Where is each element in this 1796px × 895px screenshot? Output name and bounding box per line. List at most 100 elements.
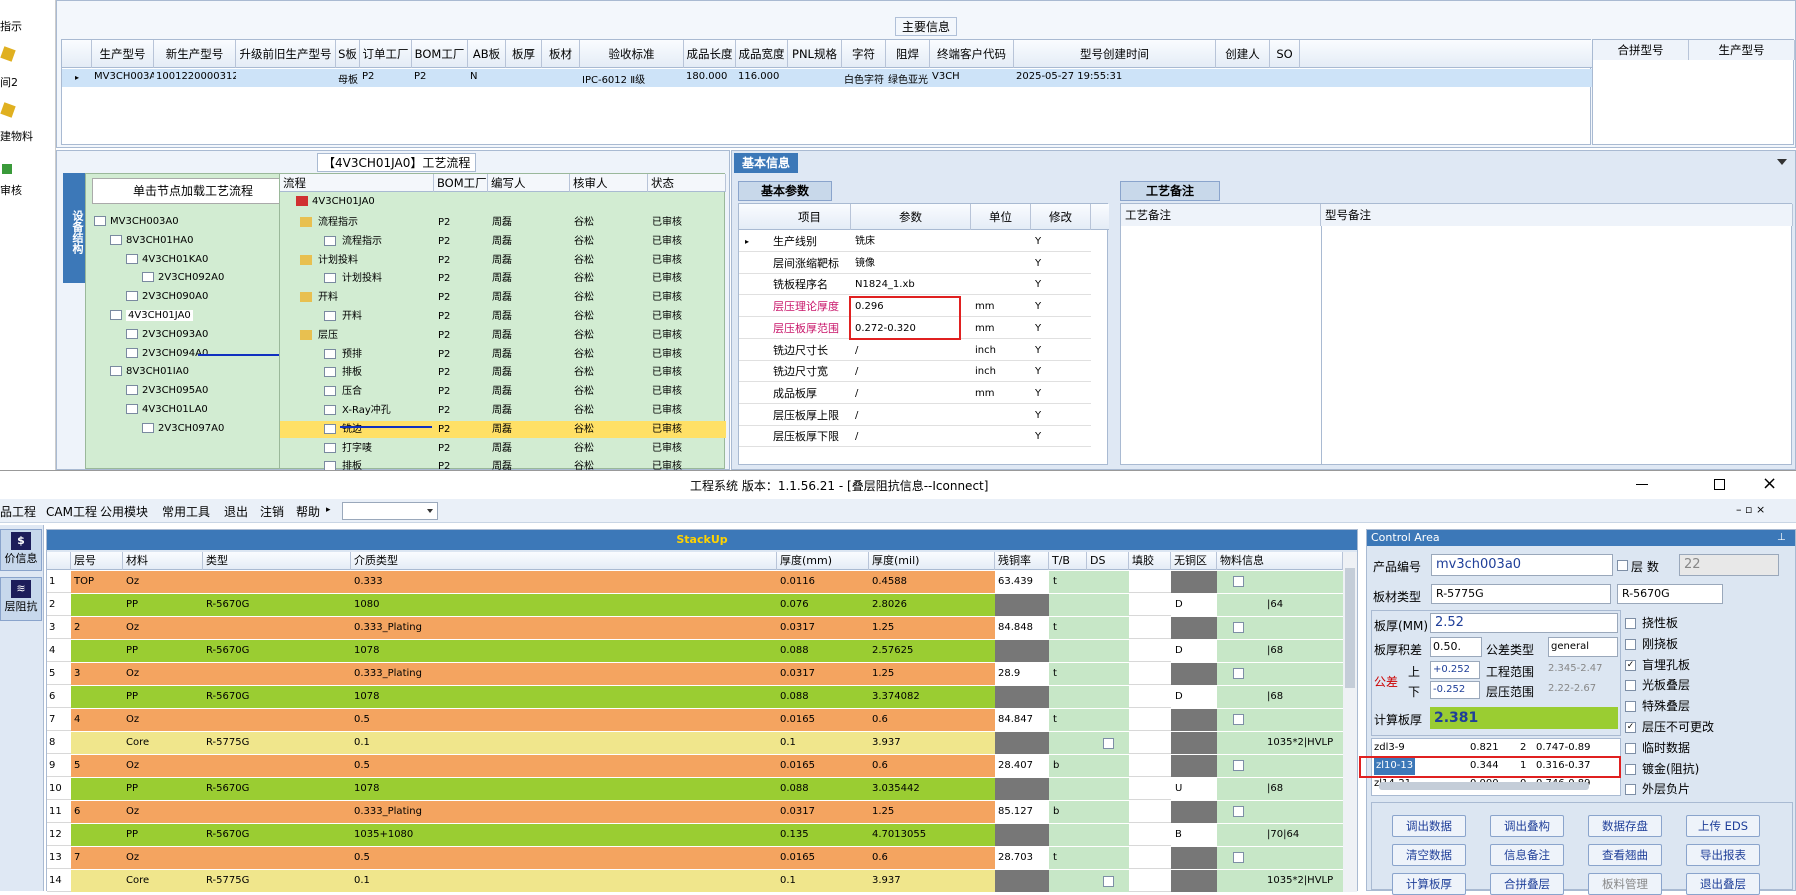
params-col-mod[interactable]: 修改 [1031, 204, 1091, 230]
fill-cell[interactable] [1171, 847, 1217, 869]
fill-cell[interactable] [1171, 663, 1217, 685]
stackup-cell-mm[interactable]: 0.088 [780, 686, 809, 708]
tree-node[interactable]: 2V3CH092A0 [142, 270, 224, 286]
layers-input[interactable]: 22 [1679, 554, 1779, 576]
stackup-cell-layer[interactable]: 6 [74, 801, 80, 823]
control-button[interactable]: 清空数据 [1392, 844, 1466, 866]
stackup-cell-mm[interactable]: 0.0317 [780, 617, 815, 639]
stackup-cell-mm[interactable]: 0.0317 [780, 801, 815, 823]
stackup-cell-mm[interactable]: 0.0317 [780, 663, 815, 685]
option-checkbox[interactable]: 外层负片 [1625, 780, 1690, 796]
stackup-row[interactable]: 116Oz0.333_Plating0.03171.2585.127b85.12… [47, 801, 1343, 823]
top-col-header[interactable]: AB板 [468, 40, 506, 68]
cu-rate-cell[interactable] [995, 870, 1049, 892]
param-value[interactable]: / [855, 361, 967, 382]
menu-combo[interactable] [342, 502, 438, 520]
fill-cell[interactable] [1171, 755, 1217, 777]
stackup-cell-med[interactable]: 0.5 [354, 847, 370, 869]
flow-col-header[interactable]: 编写人 [488, 174, 570, 192]
top-col-header[interactable]: S板 [336, 40, 360, 68]
stackup-cell-mm[interactable]: 0.0165 [780, 709, 815, 731]
param-row[interactable]: 层间涨缩靶标 镜像 Y [739, 253, 1091, 274]
top-col-header[interactable]: 阻焊 [886, 40, 930, 68]
stackup-cell-layer[interactable]: 5 [74, 755, 80, 777]
stackup-cell-mat[interactable]: Core [126, 870, 149, 892]
param-row[interactable]: 铣板程序名 N1824_1.xb Y [739, 274, 1091, 296]
flow-row[interactable]: 铣边 P2 周磊 谷松 已审核 [280, 420, 726, 438]
stackup-cell-mm[interactable]: 0.076 [780, 594, 809, 616]
stackup-col-header[interactable]: 物料信息 [1217, 552, 1343, 570]
option-checkbox[interactable]: 光板叠层 [1625, 676, 1690, 692]
menu-item[interactable]: 品工程 [0, 503, 36, 520]
tree-node[interactable]: 4V3CH01JA0 [110, 308, 193, 324]
control-button[interactable]: 计算板厚 [1392, 873, 1466, 895]
cu-rate-cell[interactable] [995, 686, 1049, 708]
param-row[interactable]: 层压板厚上限 / Y [739, 405, 1091, 426]
control-button[interactable]: 合拼叠层 [1490, 873, 1564, 895]
nocopper-check[interactable] [1233, 852, 1244, 863]
stackup-cell-mil[interactable]: 3.035442 [872, 778, 920, 800]
pin-icon[interactable]: ⊥ [1777, 532, 1786, 543]
nocopper-check[interactable] [1233, 576, 1244, 587]
control-button[interactable]: 调出数据 [1392, 815, 1466, 837]
nocopper-check[interactable] [1233, 714, 1244, 725]
stackup-cell-type[interactable]: R-5670G [206, 824, 249, 846]
merge-header-1[interactable]: 合拼型号 [1593, 40, 1689, 60]
stackup-cell-mm[interactable]: 0.088 [780, 640, 809, 662]
cu-rate-cell[interactable] [995, 778, 1049, 800]
pp-select[interactable]: R-5670G [1617, 584, 1723, 604]
stackup-cell-mm[interactable]: 0.1 [780, 870, 796, 892]
stackup-row[interactable]: 32Oz0.333_Plating0.03171.2584.848t84.848… [47, 617, 1343, 639]
stackup-row[interactable]: 74Oz0.50.01650.684.847t84.847t [47, 709, 1343, 731]
list-hscroll[interactable] [1379, 782, 1589, 790]
menu-item[interactable]: 公用模块 [100, 503, 148, 520]
stackup-cell-type[interactable]: R-5670G [206, 686, 249, 708]
param-row[interactable]: 层压板厚下限 / Y [739, 426, 1091, 448]
stackup-col-header[interactable]: 填胶 [1129, 552, 1171, 570]
top-col-header[interactable]: 终端客户代码 [930, 40, 1014, 68]
stackup-cell-type[interactable]: R-5670G [206, 778, 249, 800]
stackup-cell-mm[interactable]: 0.1 [780, 732, 796, 754]
stackup-cell-layer[interactable]: 7 [74, 847, 80, 869]
flow-row[interactable]: 流程指示 P2 周磊 谷松 已审核 [280, 214, 726, 231]
top-col-header[interactable]: BOM工厂 [412, 40, 468, 68]
stackup-cell-mil[interactable]: 1.25 [872, 663, 894, 685]
product-input[interactable]: mv3ch003a0 [1431, 554, 1613, 576]
tol-select[interactable]: 0.50. [1430, 637, 1482, 657]
stackup-cell-mil[interactable]: 2.57625 [872, 640, 913, 662]
down-input[interactable]: -0.252 [1430, 681, 1480, 699]
tree-node[interactable]: 2V3CH093A0 [126, 327, 208, 343]
fill-cell[interactable] [1171, 870, 1217, 892]
flow-row[interactable]: 开料 P2 周磊 谷松 已审核 [280, 308, 726, 325]
top-col-header[interactable]: 生产型号 [92, 40, 154, 68]
menu-item[interactable]: 注销 [260, 503, 284, 520]
param-value[interactable]: 镜像 [855, 253, 967, 274]
params-col-unit[interactable]: 单位 [971, 204, 1031, 230]
control-button[interactable]: 板料管理 [1588, 873, 1662, 895]
stackup-cell-med[interactable]: 0.1 [354, 870, 370, 892]
info-tab[interactable]: 基本信息 [734, 153, 798, 173]
top-col-header[interactable]: 型号创建时间 [1014, 40, 1216, 68]
param-value[interactable]: / [855, 340, 967, 361]
stackup-cell-med[interactable]: 1035+1080 [354, 824, 413, 846]
stackup-cell-med[interactable]: 0.5 [354, 709, 370, 731]
stackup-cell-med[interactable]: 0.1 [354, 732, 370, 754]
stackup-cell-med[interactable]: 0.333_Plating [354, 801, 422, 823]
flow-row[interactable]: 开料 P2 周磊 谷松 已审核 [280, 289, 726, 306]
stackup-cell-mat[interactable]: Oz [126, 801, 139, 823]
stackup-cell-mil[interactable]: 0.6 [872, 755, 888, 777]
menu-item[interactable]: 退出 [224, 503, 248, 520]
cu-rate-cell[interactable] [995, 640, 1049, 662]
tb-cell[interactable] [1049, 847, 1129, 869]
stackup-cell-med[interactable]: 1078 [354, 686, 379, 708]
cu-rate-cell[interactable] [995, 732, 1049, 754]
stackup-cell-layer[interactable]: TOP [74, 571, 94, 593]
fill-cell[interactable] [1171, 617, 1217, 639]
tb-cell[interactable] [1049, 663, 1129, 685]
strip-item-3[interactable]: 建物料 [0, 128, 33, 144]
flow-row[interactable]: 压合 P2 周磊 谷松 已审核 [280, 383, 726, 400]
stackup-col-header[interactable]: T/B [1049, 552, 1087, 570]
stackup-cell-type[interactable]: R-5775G [206, 732, 249, 754]
cu-rate-cell[interactable] [995, 594, 1049, 616]
grid-selected-row[interactable]: ▸ MV3CH003A010012200003123 母板 P2 P2 N IPC-6012… [62, 69, 1592, 87]
